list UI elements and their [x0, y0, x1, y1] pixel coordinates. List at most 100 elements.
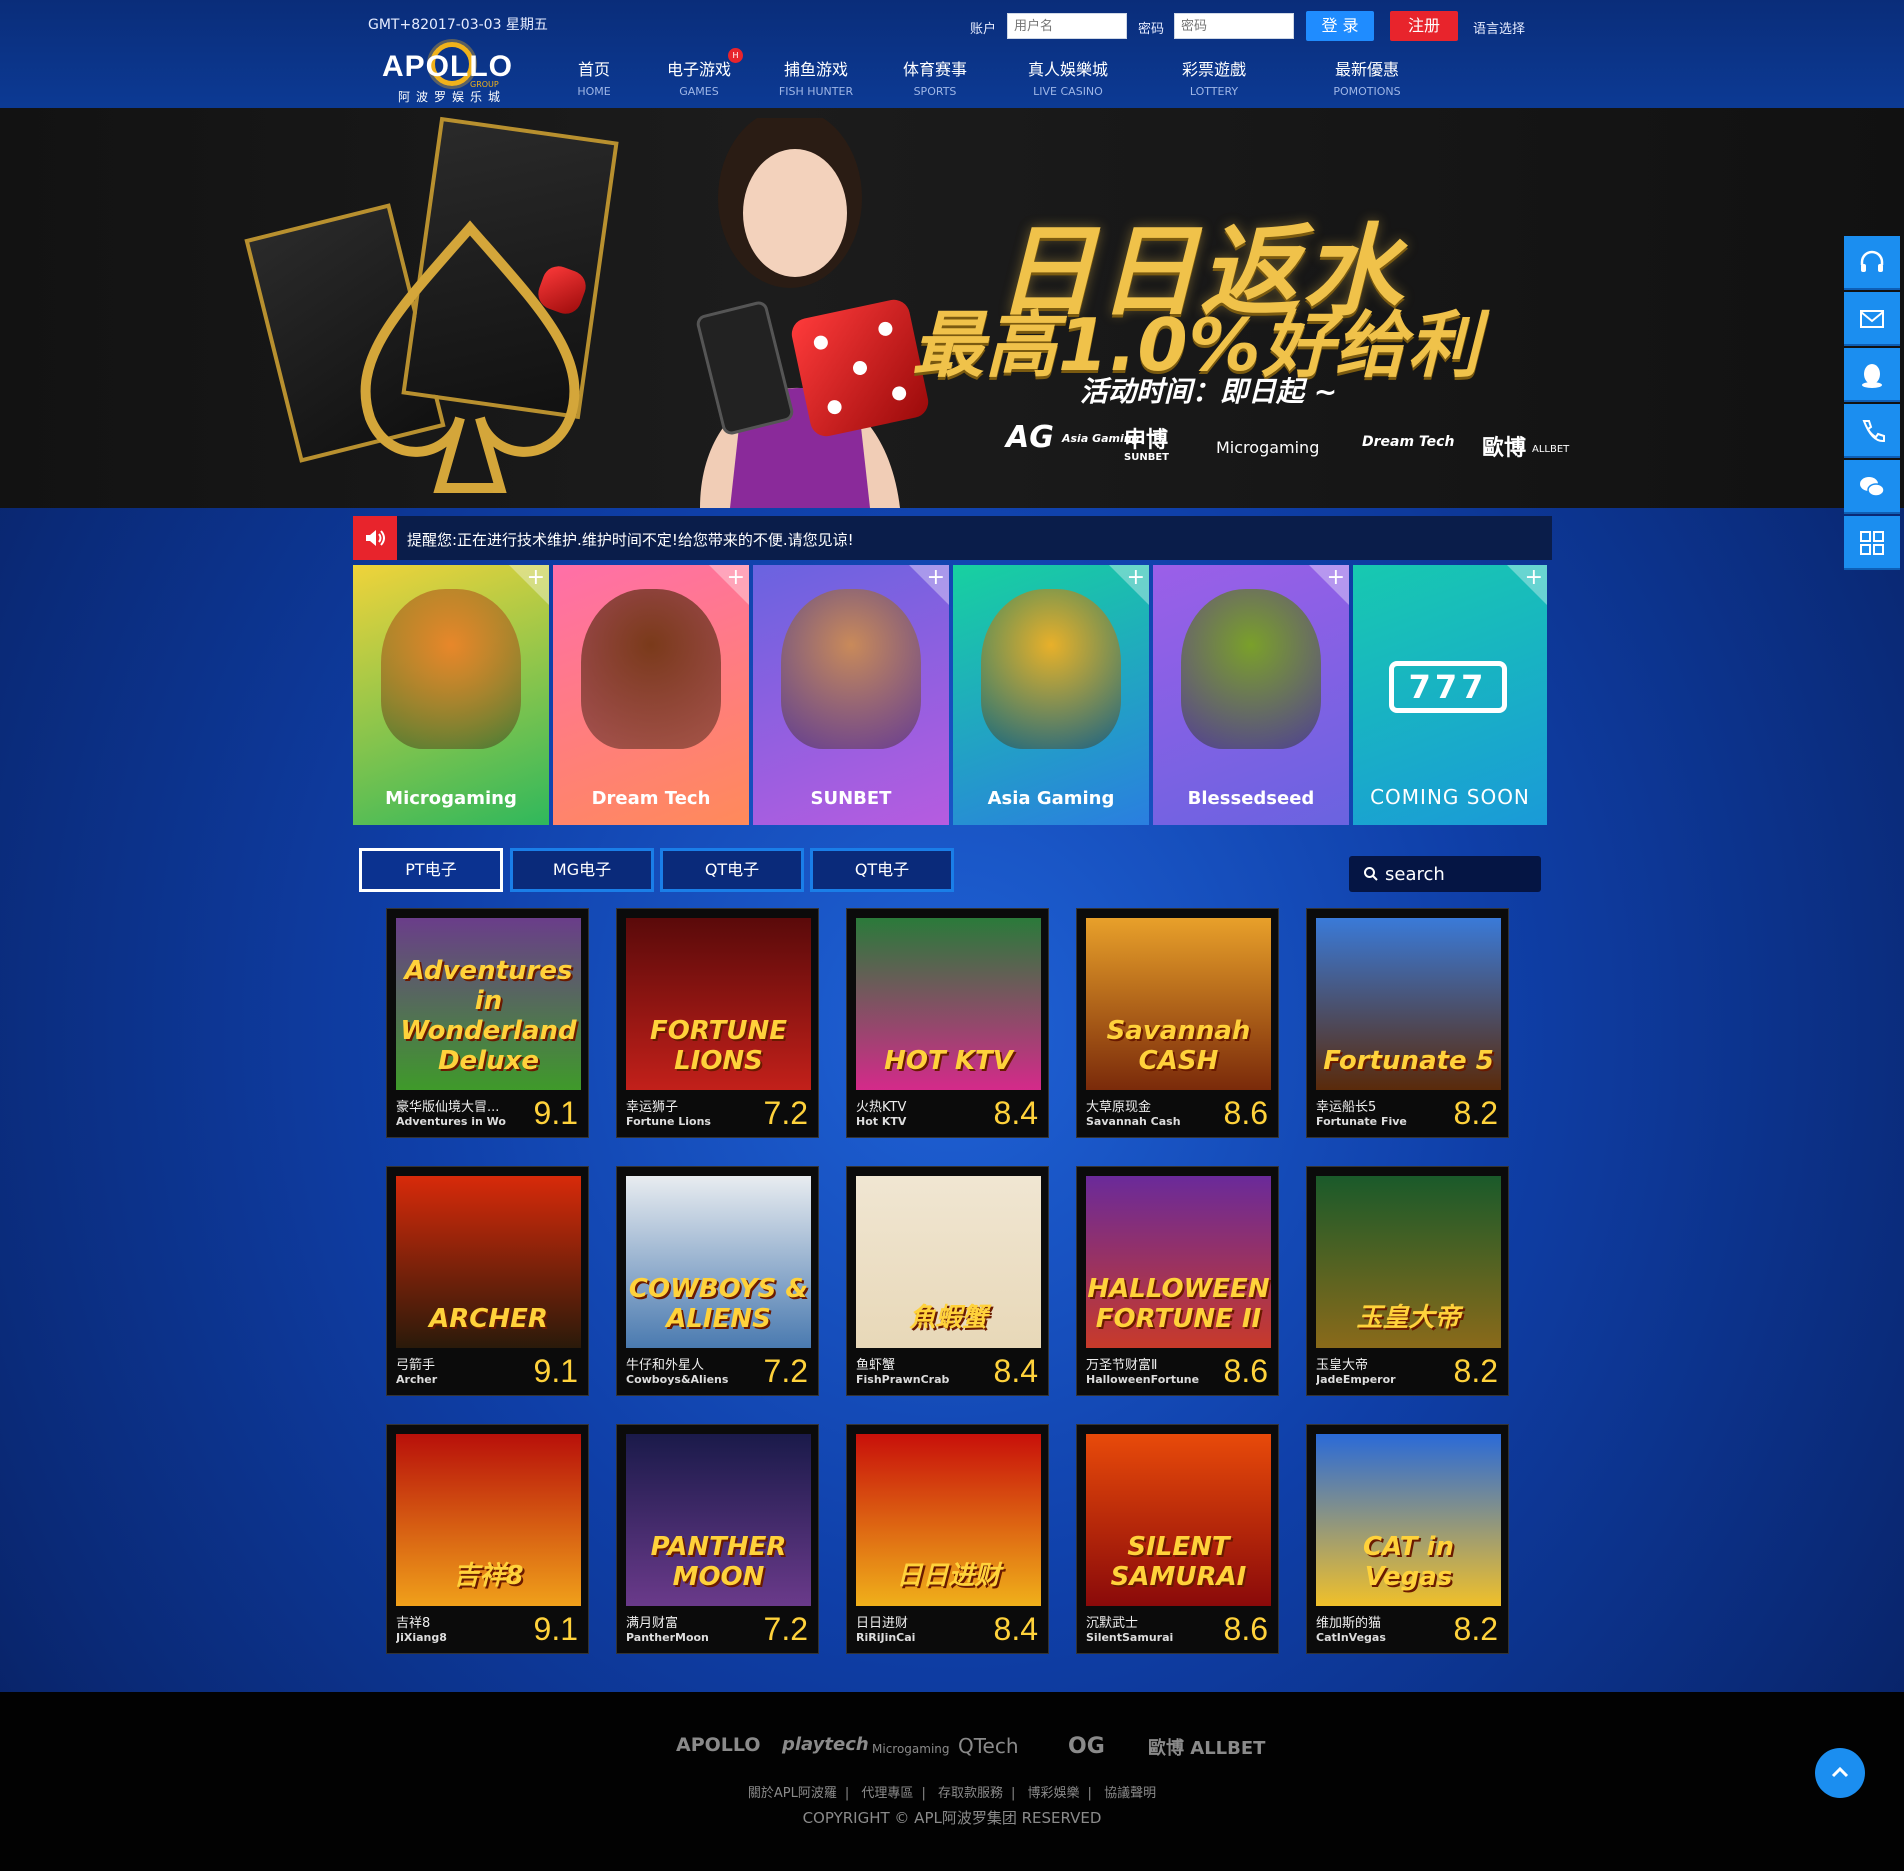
game-card[interactable]: COWBOYS & ALIENS 牛仔和外星人 Cowboys&Aliens 7.2 — [616, 1166, 819, 1396]
game-card[interactable]: CAT in Vegas 维加斯的猫 CatInVegas 8.2 — [1306, 1424, 1509, 1654]
game-thumbnail[interactable]: ARCHER — [396, 1176, 581, 1348]
nav-promotions[interactable]: 最新優惠 POMOTIONS — [1326, 56, 1408, 98]
plus-icon[interactable]: + — [1327, 565, 1345, 590]
side-wechat-button[interactable] — [1844, 460, 1900, 514]
provider-tile[interactable]: 777 + COMING SOON — [1353, 565, 1547, 825]
search-box[interactable] — [1349, 856, 1541, 892]
game-thumbnail[interactable]: Adventures in Wonderland Deluxe — [396, 918, 581, 1090]
game-thumbnail[interactable]: 玉皇大帝 — [1316, 1176, 1501, 1348]
nav-lottery-sublabel: LOTTERY — [1189, 85, 1239, 98]
game-card[interactable]: 魚蝦蟹 鱼虾蟹 FishPrawnCrab 8.4 — [846, 1166, 1049, 1396]
game-thumbnail[interactable]: PANTHER MOON — [626, 1434, 811, 1606]
plus-icon[interactable]: + — [727, 565, 745, 590]
game-card[interactable]: SILENT SAMURAI 沉默武士 SilentSamurai 8.6 — [1076, 1424, 1279, 1654]
back-to-top-button[interactable] — [1815, 1748, 1865, 1798]
side-qr-button[interactable] — [1844, 516, 1900, 570]
side-support-button[interactable] — [1844, 236, 1900, 290]
game-thumbnail[interactable]: HOT KTV — [856, 918, 1041, 1090]
game-thumbnail[interactable]: 吉祥8 — [396, 1434, 581, 1606]
nav-lottery[interactable]: 彩票遊戲 LOTTERY — [1178, 56, 1250, 98]
game-rating: 7.2 — [763, 1095, 808, 1131]
plus-icon[interactable]: + — [527, 565, 545, 590]
game-rating: 8.4 — [993, 1353, 1038, 1389]
nav-home-label: 首页 — [577, 60, 610, 79]
search-input[interactable] — [1385, 860, 1535, 888]
provider-label: Microgaming — [385, 788, 517, 809]
datetime-display: GMT+82017-03-03 星期五 — [368, 17, 548, 33]
footer-link-deposit[interactable]: 存取款服務 — [938, 1786, 1003, 1801]
game-name-en: Hot KTV — [856, 1115, 907, 1128]
side-mail-button[interactable] — [1844, 292, 1900, 346]
partner-sunbet: SUNBET — [1124, 452, 1169, 463]
game-card[interactable]: ARCHER 弓箭手 Archer 9.1 — [386, 1166, 589, 1396]
nav-live-casino[interactable]: 真人娛樂城 LIVE CASINO — [1020, 56, 1116, 98]
footer-logo-og: OG — [1068, 1734, 1105, 1759]
nav-fish-hunter[interactable]: 捕鱼游戏 FISH HUNTER — [776, 56, 856, 98]
provider-tile[interactable]: + Dream Tech — [553, 565, 749, 825]
plus-icon[interactable]: + — [927, 565, 945, 590]
game-art-title: COWBOYS & ALIENS — [628, 1274, 809, 1334]
game-name-en: Archer — [396, 1373, 438, 1386]
provider-tile[interactable]: + Asia Gaming — [953, 565, 1149, 825]
game-card[interactable]: 玉皇大帝 玉皇大帝 JadeEmperor 8.2 — [1306, 1166, 1509, 1396]
footer-logo-apollo: APOLLO — [676, 1734, 761, 1756]
password-input[interactable] — [1174, 13, 1294, 39]
game-card[interactable]: PANTHER MOON 满月财富 PantherMoon 7.2 — [616, 1424, 819, 1654]
game-thumbnail[interactable]: Fortunate 5 — [1316, 918, 1501, 1090]
tab-pt[interactable]: PT电子 — [359, 848, 503, 892]
plus-icon[interactable]: + — [1127, 565, 1145, 590]
game-thumbnail[interactable]: 魚蝦蟹 — [856, 1176, 1041, 1348]
provider-character-image — [981, 589, 1121, 749]
account-label: 账户 — [970, 22, 997, 37]
side-qq-button[interactable] — [1844, 348, 1900, 402]
dice-image — [788, 296, 932, 440]
apollo-logo[interactable]: APOLLO GROUP 阿波罗娱乐城 — [380, 36, 540, 106]
nav-sports[interactable]: 体育赛事 SPORTS — [900, 56, 970, 98]
login-button[interactable]: 登 录 — [1306, 11, 1374, 41]
username-input[interactable] — [1007, 13, 1127, 39]
nav-live-sublabel: LIVE CASINO — [1033, 85, 1103, 98]
game-card[interactable]: HOT KTV 火热KTV Hot KTV 8.4 — [846, 908, 1049, 1138]
side-phone-button[interactable] — [1844, 404, 1900, 458]
game-art-title: 玉皇大帝 — [1356, 1303, 1461, 1333]
game-rating: 8.4 — [993, 1611, 1038, 1647]
site-header: GMT+82017-03-03 星期五 账户 密码 登 录 注册 语言选择 AP… — [0, 0, 1904, 108]
game-card[interactable]: Adventures in Wonderland Deluxe 豪华版仙境大冒..… — [386, 908, 589, 1138]
game-art-title: HALLOWEEN FORTUNE II — [1087, 1274, 1270, 1334]
provider-tile[interactable]: + SUNBET — [753, 565, 949, 825]
plus-icon[interactable]: + — [1525, 565, 1543, 590]
game-card[interactable]: 吉祥8 吉祥8 JiXiang8 9.1 — [386, 1424, 589, 1654]
nav-home[interactable]: 首页 HOME — [574, 56, 614, 98]
game-thumbnail[interactable]: COWBOYS & ALIENS — [626, 1176, 811, 1348]
game-thumbnail[interactable]: Savannah CASH — [1086, 918, 1271, 1090]
game-thumbnail[interactable]: SILENT SAMURAI — [1086, 1434, 1271, 1606]
game-card[interactable]: Fortunate 5 幸运船长5 Fortunate Five 8.2 — [1306, 908, 1509, 1138]
game-thumbnail[interactable]: FORTUNE LIONS — [626, 918, 811, 1090]
game-thumbnail[interactable]: 日日进财 — [856, 1434, 1041, 1606]
copyright-text: COPYRIGHT © APL阿波罗集团 RESERVED — [802, 1809, 1102, 1827]
tab-mg[interactable]: MG电子 — [510, 848, 654, 892]
footer-link-agent[interactable]: 代理專區 — [861, 1786, 913, 1801]
promo-banner[interactable]: 日日返水 最高1.0%好给利 活动时间：即日起 ~ AG Asia Gaming… — [0, 108, 1904, 508]
game-thumbnail[interactable]: HALLOWEEN FORTUNE II — [1086, 1176, 1271, 1348]
footer-link-terms[interactable]: 協議聲明 — [1104, 1786, 1156, 1801]
game-name-cn: 幸运狮子 — [626, 1100, 679, 1115]
game-card[interactable]: Savannah CASH 大草原现金 Savannah Cash 8.6 — [1076, 908, 1279, 1138]
footer-link-about[interactable]: 關於APL阿波羅 — [748, 1786, 837, 1801]
provider-tile[interactable]: + Microgaming — [353, 565, 549, 825]
game-card[interactable]: 日日进财 日日进财 RiRiJinCai 8.4 — [846, 1424, 1049, 1654]
footer-link-gaming[interactable]: 博彩娛樂 — [1028, 1786, 1080, 1801]
nav-games[interactable]: 电子游戏 GAMES — [664, 56, 734, 98]
provider-tile[interactable]: + Blessedseed — [1153, 565, 1349, 825]
tab-qt[interactable]: QT电子 — [660, 848, 804, 892]
headset-icon — [1860, 250, 1884, 272]
nav-lottery-label: 彩票遊戲 — [1181, 60, 1246, 79]
language-select[interactable]: 语言选择 — [1473, 18, 1525, 37]
register-button[interactable]: 注册 — [1390, 11, 1458, 41]
nav-games-label: 电子游戏 — [666, 60, 731, 79]
game-art-title: PANTHER MOON — [650, 1532, 787, 1592]
tab-qt-2[interactable]: QT电子 — [810, 848, 954, 892]
game-thumbnail[interactable]: CAT in Vegas — [1316, 1434, 1501, 1606]
game-card[interactable]: HALLOWEEN FORTUNE II 万圣节财富Ⅱ HalloweenFortu… — [1076, 1166, 1279, 1396]
game-card[interactable]: FORTUNE LIONS 幸运狮子 Fortune Lions 7.2 — [616, 908, 819, 1138]
